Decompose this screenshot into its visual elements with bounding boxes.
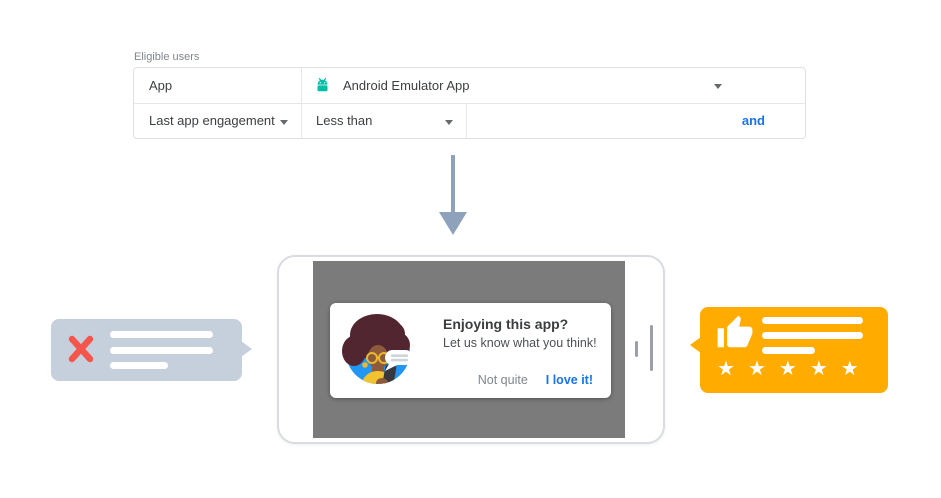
app-field-label: App — [134, 68, 302, 103]
dialog-title: Enjoying this app? — [443, 316, 568, 332]
bezel-button-icon — [635, 341, 638, 357]
placeholder-line — [762, 317, 863, 324]
flow-arrow-head-icon — [439, 212, 467, 235]
phone-screen: Enjoying this app? Let us know what you … — [313, 261, 625, 438]
page-canvas: Eligible users App Android Emulator — [0, 0, 941, 498]
bezel-speaker-icon — [650, 325, 653, 371]
eligible-users-form: App Android Emulator App — [133, 67, 806, 139]
condition-value-cell: and — [467, 104, 805, 139]
woman-with-phone-illustration — [337, 305, 417, 400]
operator-select[interactable]: Less than — [302, 104, 467, 139]
x-icon — [67, 334, 95, 369]
callout-tail — [690, 337, 701, 353]
app-select[interactable]: Android Emulator App — [302, 68, 805, 103]
selected-app-name: Android Emulator App — [343, 78, 469, 93]
phone-mockup: Enjoying this app? Let us know what you … — [277, 255, 665, 444]
five-star-rating: ★ ★ ★ ★ ★ — [717, 359, 859, 379]
engagement-select[interactable]: Last app engagement — [134, 104, 302, 139]
app-row: App Android Emulator App — [134, 68, 805, 103]
chevron-down-icon[interactable] — [445, 120, 453, 125]
placeholder-line — [110, 347, 213, 354]
dialog-actions: Not quite I love it! — [478, 373, 593, 387]
star-icon: ★ — [717, 359, 735, 379]
and-conjunction-link[interactable]: and — [742, 113, 765, 128]
condition-row: Last app engagement Less than and — [134, 103, 805, 139]
placeholder-line — [110, 331, 213, 338]
placeholder-line — [762, 347, 815, 354]
thumbs-up-icon — [716, 314, 754, 357]
chevron-down-icon[interactable] — [714, 84, 722, 89]
placeholder-line — [762, 332, 863, 339]
star-icon: ★ — [748, 359, 766, 379]
android-robot-icon — [314, 77, 331, 93]
callout-tail — [241, 341, 252, 357]
chevron-down-icon[interactable] — [280, 120, 288, 125]
eligible-users-label: Eligible users — [134, 51, 199, 63]
placeholder-line — [110, 362, 168, 369]
in-app-message-dialog: Enjoying this app? Let us know what you … — [330, 303, 611, 398]
star-icon: ★ — [810, 359, 828, 379]
flow-arrow-shaft — [451, 155, 455, 213]
negative-feedback-callout — [51, 319, 242, 381]
dialog-subtitle: Let us know what you think! — [443, 336, 597, 350]
i-love-it-button[interactable]: I love it! — [546, 373, 593, 387]
star-icon: ★ — [841, 359, 859, 379]
star-icon: ★ — [779, 359, 797, 379]
positive-review-callout: ★ ★ ★ ★ ★ — [700, 307, 888, 393]
not-quite-button[interactable]: Not quite — [478, 373, 528, 387]
